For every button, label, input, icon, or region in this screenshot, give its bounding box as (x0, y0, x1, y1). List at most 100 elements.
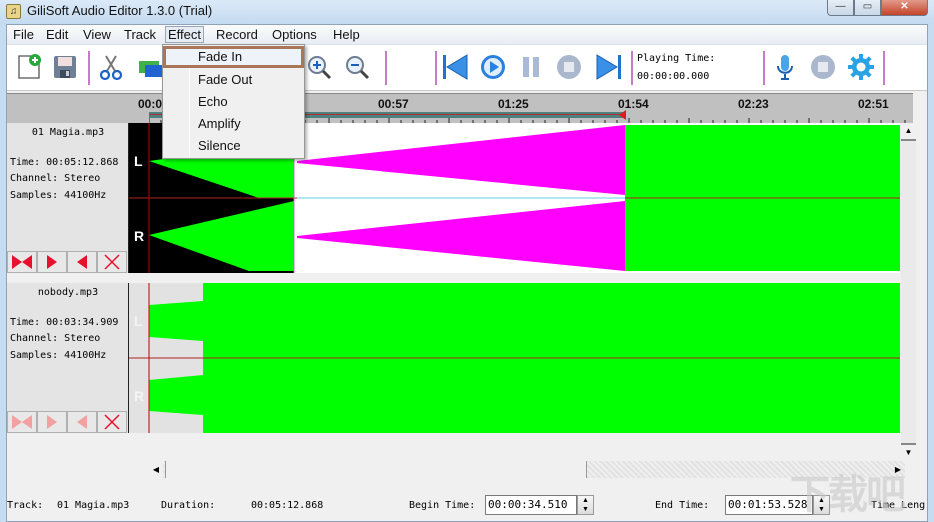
ruler-label: 01:54 (618, 97, 649, 111)
ruler-label: 01:25 (498, 97, 529, 111)
track-name: 01 Magia.mp3 (31, 127, 105, 138)
scroll-left-button[interactable]: ◀ (149, 461, 163, 478)
channel-label-l: L (134, 153, 143, 169)
menu-item-echo[interactable]: Echo (165, 91, 302, 113)
new-file-icon (18, 54, 41, 79)
play-icon (481, 55, 505, 79)
cut-icon (99, 55, 123, 81)
new-file-button[interactable] (13, 51, 45, 83)
track-name: nobody.mp3 (37, 287, 99, 298)
menu-record[interactable]: Record (214, 27, 260, 44)
window-title: GiliSoft Audio Editor 1.3.0 (Trial) (27, 3, 213, 18)
playing-time-value: 00:00:00.000 (637, 71, 710, 82)
vertical-scroll-thumb[interactable] (901, 139, 916, 445)
menu-item-fade-in[interactable]: Fade In (163, 46, 304, 68)
select-right-icon (47, 415, 57, 429)
track-info-panel: 01 Magia.mp3 Time: 00:05:12.868 Channel:… (7, 123, 129, 273)
menu-help[interactable]: Help (331, 27, 362, 44)
toolbar-separator (88, 51, 90, 85)
select-left-button[interactable] (67, 251, 97, 273)
pause-icon (523, 57, 539, 77)
open-folder-icon (139, 61, 165, 77)
timeline-ruler[interactable]: 00:0 00:57 01:25 01:54 02:23 02:51 (7, 93, 913, 124)
delete-track-button[interactable] (97, 251, 127, 273)
menu-track[interactable]: Track (122, 27, 158, 44)
select-left-icon (77, 255, 87, 269)
stop-button[interactable] (553, 51, 585, 83)
track-label: Track: (7, 500, 44, 511)
horizontal-scroll-thumb[interactable] (165, 461, 587, 478)
skip-forward-button[interactable] (593, 51, 625, 83)
toolbar-separator (385, 51, 387, 85)
main-window: File Edit View Track Effect Record Optio… (6, 24, 928, 522)
menu-item-silence[interactable]: Silence (165, 135, 302, 157)
pause-button[interactable] (515, 51, 547, 83)
track-samples: Samples: 44100Hz (10, 190, 107, 201)
menu-item-amplify[interactable]: Amplify (165, 113, 302, 135)
select-all-button[interactable] (7, 411, 37, 433)
watermark: 下载吧 (790, 472, 906, 518)
track-time: Time: 00:03:34.909 (10, 317, 119, 328)
track-1[interactable]: 01 Magia.mp3 Time: 00:05:12.868 Channel:… (7, 123, 900, 273)
select-right-icon (47, 255, 57, 269)
record-button[interactable] (769, 51, 801, 83)
close-button[interactable]: ✕ (881, 0, 928, 16)
toolbar-separator (631, 51, 633, 85)
save-button[interactable] (49, 51, 81, 83)
menu-file[interactable]: File (11, 27, 36, 44)
track-2[interactable]: nobody.mp3 Time: 00:03:34.909 Channel: S… (7, 283, 900, 433)
begin-time-spinner[interactable]: ▲ ▼ (577, 495, 594, 515)
track-channel: Channel: Stereo (10, 333, 101, 344)
track-value: 01 Magia.mp3 (57, 500, 130, 511)
vertical-scrollbar[interactable]: ▲ ▼ (900, 123, 917, 461)
scroll-up-button[interactable]: ▲ (900, 123, 917, 139)
select-left-button[interactable] (67, 411, 97, 433)
select-all-button[interactable] (7, 251, 37, 273)
zoom-out-button[interactable] (341, 51, 373, 83)
cut-button[interactable] (95, 51, 127, 83)
track-buttons (7, 251, 129, 273)
menu-options[interactable]: Options (270, 27, 319, 44)
minimize-button[interactable]: — (827, 0, 854, 16)
play-button[interactable] (477, 51, 509, 83)
begin-time-input[interactable]: 00:00:34.510 (485, 495, 577, 515)
menu-effect[interactable]: Effect (165, 26, 205, 43)
track-samples: Samples: 44100Hz (10, 350, 107, 361)
settings-button[interactable] (845, 51, 877, 83)
record-stop-button[interactable] (807, 51, 839, 83)
toolbar: Playing Time: 00:00:00.000 (7, 45, 927, 91)
zoom-in-button[interactable] (303, 51, 335, 83)
track-time: Time: 00:05:12.868 (10, 157, 119, 168)
toolbar-separator (435, 51, 437, 85)
ruler-label: 02:23 (738, 97, 769, 111)
select-right-button[interactable] (37, 411, 67, 433)
end-time-label: End Time: (655, 500, 710, 511)
select-right-button[interactable] (37, 251, 67, 273)
window-controls: — ▭ ✕ (827, 0, 928, 16)
menu-item-fade-out[interactable]: Fade Out (165, 69, 302, 91)
skip-forward-icon (596, 54, 621, 80)
effect-menu-dropdown: Fade In Fade Out Echo Amplify Silence (162, 44, 305, 159)
maximize-button[interactable]: ▭ (854, 0, 881, 16)
select-left-icon (77, 415, 87, 429)
menu-view[interactable]: View (81, 27, 113, 44)
delete-track-button[interactable] (97, 411, 127, 433)
status-bar: Track: 01 Magia.mp3 Duration: 00:05:12.8… (7, 491, 927, 521)
menu-edit[interactable]: Edit (44, 27, 70, 44)
waveform-l-intro (149, 301, 203, 341)
delete-track-icon (104, 254, 120, 270)
toolbar-separator (763, 51, 765, 85)
ruler-label: 00:57 (378, 97, 409, 111)
skip-back-button[interactable] (439, 51, 471, 83)
record-stop-icon (811, 55, 835, 79)
track-buttons (7, 411, 129, 433)
select-all-icon (12, 255, 32, 269)
begin-time-label: Begin Time: (409, 500, 476, 511)
track-2-waveform[interactable] (129, 283, 900, 433)
scroll-down-button[interactable]: ▼ (900, 445, 917, 461)
playing-time-label: Playing Time: (637, 53, 716, 64)
duration-value: 00:05:12.868 (251, 500, 324, 511)
microphone-icon (777, 55, 793, 80)
ruler-label: 00:0 (138, 97, 163, 111)
channel-label-l: L (134, 313, 143, 329)
